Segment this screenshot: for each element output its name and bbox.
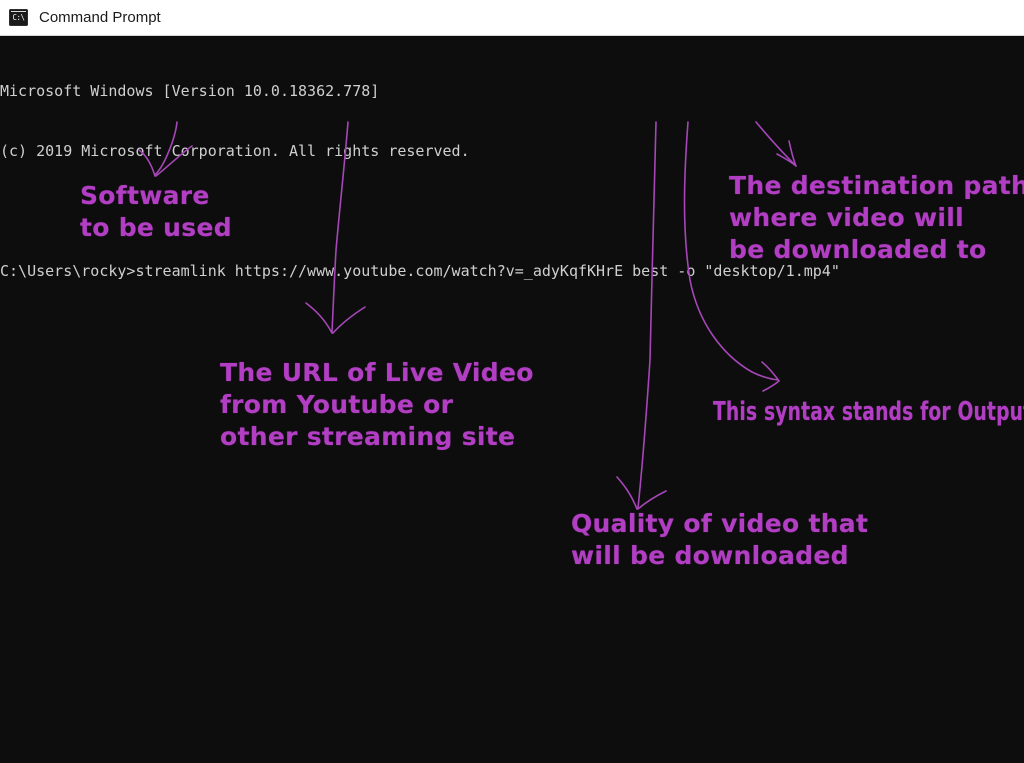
terminal-command-line: C:\Users\rocky>streamlink https://www.yo… — [0, 262, 840, 280]
terminal-line: (c) 2019 Microsoft Corporation. All righ… — [0, 142, 470, 160]
terminal-output-area[interactable]: Microsoft Windows [Version 10.0.18362.77… — [0, 36, 1024, 763]
command-prompt-icon-glyph: C:\ — [12, 12, 25, 22]
window-title: Command Prompt — [39, 9, 161, 26]
command-prompt-window: C:\ Command Prompt Microsoft Windows [Ve… — [0, 0, 1024, 763]
command-prompt-icon: C:\ — [9, 9, 28, 26]
window-titlebar[interactable]: C:\ Command Prompt — [0, 0, 1024, 36]
terminal-text: Microsoft Windows [Version 10.0.18362.77… — [0, 41, 1024, 321]
terminal-line: Microsoft Windows [Version 10.0.18362.77… — [0, 82, 380, 100]
